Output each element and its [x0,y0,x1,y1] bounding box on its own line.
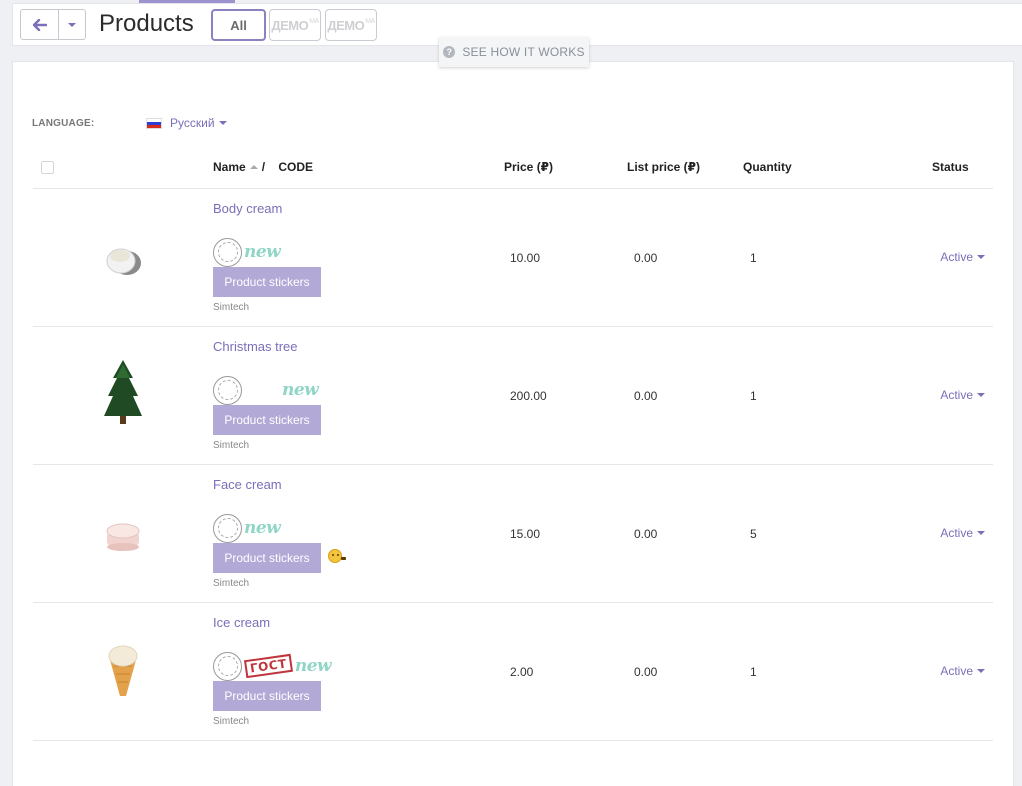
product-name-link[interactable]: Body cream [213,201,282,216]
table-row: Body cream new Product stickers Simtech … [33,189,993,327]
column-separator: / [261,160,266,174]
page-title: Products [99,10,194,37]
vendor-name: Simtech [213,578,250,589]
new-sticker: new [244,518,281,538]
language-selected: Русский [170,116,215,130]
status-label: Active [940,388,973,402]
language-label: LANGUAGE: [32,118,95,129]
vendor-name: Simtech [213,302,250,313]
russian-flag-icon [146,117,162,129]
product-stickers: new [213,375,319,405]
list-price-value[interactable]: 0.00 [634,665,657,679]
gost-sticker: ГОСТ [243,653,293,679]
column-code-label: CODE [278,160,314,174]
arrow-left-icon [32,18,47,31]
new-sticker: new [282,380,319,400]
status-label: Active [940,526,973,540]
table-row: Christmas tree new Product stickers Simt… [33,327,993,465]
back-button-group [20,9,86,40]
quality-stamp-icon [213,651,242,681]
price-value[interactable]: 200.00 [510,389,547,403]
filter-demo-label: ДЕМО [271,17,309,33]
quantity-value[interactable]: 5 [750,527,757,541]
column-header-price[interactable]: Price (₽) [504,160,553,174]
filter-demo-suffix: MA [309,17,319,25]
product-name-link[interactable]: Face cream [213,477,282,492]
filter-demo-suffix: MA [365,17,375,25]
christmas-tree-icon[interactable] [91,360,155,425]
face-cream-jar-icon[interactable] [91,507,155,563]
filter-demo-tab[interactable]: ДЕМО MA [269,9,321,41]
product-stickers: ГОСТ new [213,651,332,681]
product-name-link[interactable]: Ice cream [213,615,270,630]
quality-stamp-icon [213,513,242,543]
status-dropdown[interactable]: Active [940,250,985,264]
quantity-value[interactable]: 1 [750,389,757,403]
filter-all-label: All [230,17,247,33]
chevron-down-icon [977,669,985,673]
status-label: Active [940,664,973,678]
product-stickers: new [213,513,281,543]
column-header-quantity[interactable]: Quantity [743,160,792,174]
chevron-down-icon [68,22,76,27]
see-how-it-works-label: SEE HOW IT WORKS [462,45,585,59]
quality-stamp-icon [213,375,242,405]
vendor-name: Simtech [213,440,250,451]
chevron-down-icon [977,255,985,259]
product-stickers-button[interactable]: Product stickers [213,681,321,711]
price-value[interactable]: 2.00 [510,665,533,679]
price-value[interactable]: 10.00 [510,251,540,265]
back-button[interactable] [21,10,59,39]
select-all-checkbox[interactable] [41,161,54,174]
price-value[interactable]: 15.00 [510,527,540,541]
status-dropdown[interactable]: Active [940,388,985,402]
new-sticker: new [244,242,281,262]
filter-demo-label: ДЕМО [327,17,365,33]
quantity-value[interactable]: 1 [750,251,757,265]
column-header-list-price[interactable]: List price (₽) [627,160,700,174]
status-label: Active [940,250,973,264]
see-how-it-works-button[interactable]: ? SEE HOW IT WORKS [439,37,589,67]
new-sticker: new [294,656,332,676]
vendor-name: Simtech [213,716,250,727]
question-circle-icon: ? [443,46,456,58]
status-dropdown[interactable]: Active [940,664,985,678]
ice-cream-cone-icon[interactable] [91,645,155,701]
history-dropdown-button[interactable] [59,10,85,39]
status-dropdown[interactable]: Active [940,526,985,540]
filter-all-tab[interactable]: All [211,9,266,41]
sort-ascending-icon [249,164,258,169]
table-row: Ice cream ГОСТ new Product stickers Simt… [33,603,993,741]
chevron-down-icon [977,531,985,535]
product-stickers: new [213,237,281,267]
smiley-sticker-icon [328,549,346,563]
column-header-name-code[interactable]: Name / CODE [213,160,313,174]
table-row: Face cream new Product stickers Simtech … [33,465,993,603]
chevron-down-icon [977,393,985,397]
list-price-value[interactable]: 0.00 [634,389,657,403]
column-header-status[interactable]: Status [932,160,969,174]
language-selector[interactable]: Русский [146,116,227,130]
product-stickers-button[interactable]: Product stickers [213,405,321,435]
list-price-value[interactable]: 0.00 [634,527,657,541]
list-price-value[interactable]: 0.00 [634,251,657,265]
chevron-down-icon [218,121,227,125]
filter-demo-tab[interactable]: ДЕМО MA [325,9,377,41]
product-stickers-button[interactable]: Product stickers [213,267,321,297]
quality-stamp-icon [213,237,242,267]
product-stickers-button[interactable]: Product stickers [213,543,321,573]
quantity-value[interactable]: 1 [750,665,757,679]
cream-jar-icon[interactable] [91,231,155,287]
column-name-label: Name [213,160,246,174]
product-name-link[interactable]: Christmas tree [213,339,298,354]
